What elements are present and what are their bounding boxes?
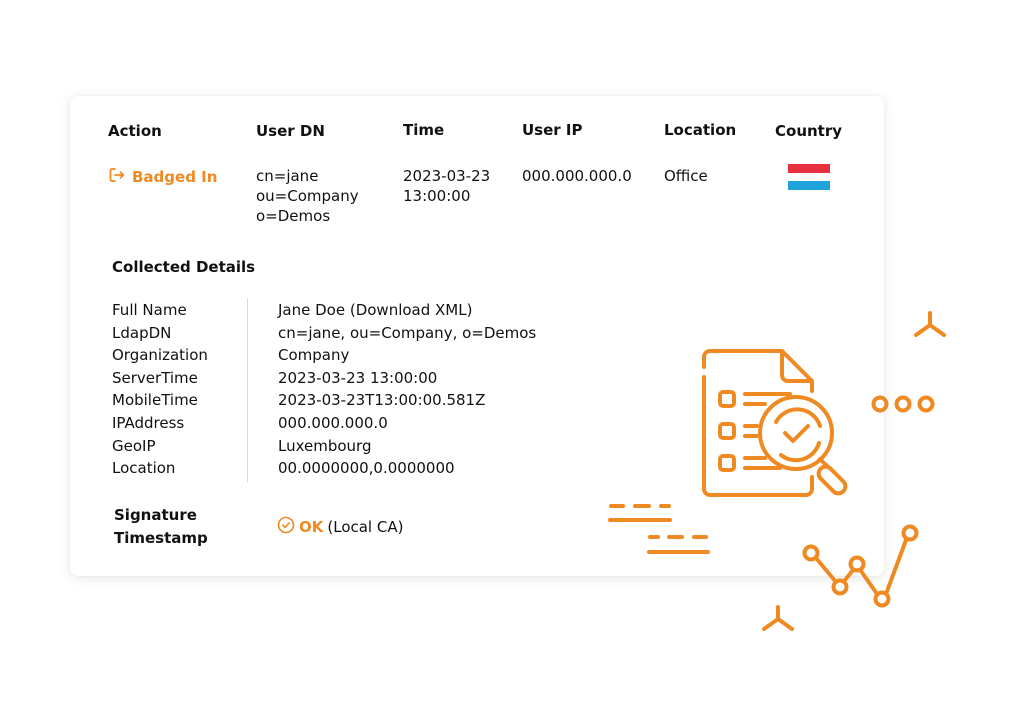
detail-value: Company	[278, 346, 350, 365]
header-location: Location	[664, 121, 737, 139]
sign-in-icon	[108, 166, 126, 188]
user-ip-cell: 000.000.000.0	[522, 167, 632, 185]
time-cell: 2023-03-23 13:00:00	[403, 166, 490, 206]
action-badged-in[interactable]: Badged In	[108, 166, 217, 188]
detail-value: 00.0000000,0.0000000	[278, 459, 455, 478]
detail-value: cn=jane, ou=Company, o=Demos	[278, 323, 537, 342]
collected-details-title: Collected Details	[112, 258, 256, 276]
dashed-lines-decoration	[608, 504, 710, 554]
detail-label: GeoIP	[112, 436, 156, 455]
details-divider	[247, 298, 248, 482]
header-country: Country	[775, 122, 843, 140]
detail-value: 2023-03-23 13:00:00	[278, 368, 438, 387]
detail-label: Full Name	[112, 301, 187, 319]
line-graph-decoration	[802, 524, 919, 608]
details-values: Jane Doe (Download XML) cn=jane, ou=Comp…	[278, 299, 536, 480]
check-circle-icon	[277, 516, 295, 538]
user-dn-cell: cn=jane ou=Company o=Demos	[256, 166, 359, 226]
signature-status-detail: (Local CA)	[327, 518, 404, 536]
action-label: Badged In	[132, 168, 218, 186]
flag-stripe-red	[788, 164, 830, 173]
header-user-ip: User IP	[522, 121, 583, 139]
ellipsis-icon	[871, 395, 935, 413]
document-search-icon	[702, 349, 848, 497]
signature-label-line2: Timestamp	[114, 529, 208, 547]
signature-label-line1: Signature	[114, 506, 197, 524]
signature-status: OK (Local CA)	[277, 516, 403, 538]
sparkle-icon	[914, 311, 946, 337]
detail-value-full-name[interactable]: Jane Doe (Download XML)	[278, 299, 536, 322]
detail-label: Organization	[112, 346, 208, 365]
location-cell: Office	[664, 167, 708, 185]
user-dn-ou: ou=Company	[256, 187, 359, 205]
header-action: Action	[108, 122, 162, 140]
time-date: 2023-03-23	[403, 167, 491, 185]
header-time: Time	[403, 121, 445, 139]
detail-label: LdapDN	[112, 323, 172, 342]
luxembourg-flag-icon	[788, 164, 830, 191]
detail-label: MobileTime	[112, 391, 198, 410]
flag-stripe-blue	[788, 181, 830, 191]
detail-value: 000.000.000.0	[278, 413, 388, 432]
time-clock: 13:00:00	[403, 187, 471, 205]
signature-timestamp-label: Signature Timestamp	[114, 504, 208, 550]
detail-label: Location	[112, 459, 176, 478]
user-dn-o: o=Demos	[256, 207, 331, 225]
detail-label: IPAddress	[112, 413, 185, 432]
details-labels: Full Name LdapDN Organization ServerTime…	[112, 299, 208, 480]
signature-status-ok: OK	[299, 518, 324, 536]
sparkle-icon	[762, 605, 794, 631]
header-user-dn: User DN	[256, 122, 325, 140]
flag-stripe-white	[788, 172, 830, 182]
detail-label: ServerTime	[112, 368, 198, 387]
detail-value: 2023-03-23T13:00:00.581Z	[278, 391, 486, 410]
detail-value: Luxembourg	[278, 436, 372, 455]
user-dn-cn: cn=jane	[256, 167, 319, 185]
